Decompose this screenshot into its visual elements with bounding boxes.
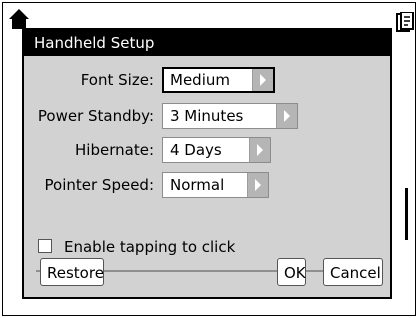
hibernate-row: Hibernate: 4 Days (24, 135, 390, 165)
font-size-value: Medium (170, 71, 230, 89)
dialog-title: Handheld Setup (24, 30, 390, 56)
restore-button[interactable]: Restore (40, 258, 104, 286)
tap-to-click-checkbox[interactable] (38, 239, 52, 253)
hibernate-label: Hibernate: (75, 141, 154, 159)
power-standby-value: 3 Minutes (170, 107, 244, 125)
cancel-button[interactable]: Cancel (323, 258, 383, 286)
pointer-speed-select[interactable]: Normal (162, 172, 269, 198)
pointer-speed-label: Pointer Speed: (44, 176, 154, 194)
power-standby-select[interactable]: 3 Minutes (162, 103, 298, 129)
tap-to-click-label: Enable tapping to click (64, 238, 236, 256)
power-standby-label: Power Standby: (37, 107, 154, 125)
font-size-select[interactable]: Medium (162, 67, 275, 93)
document-icon[interactable] (396, 12, 414, 34)
handheld-setup-dialog: Handheld Setup Font Size: Medium Power S… (22, 28, 392, 299)
chevron-right-icon[interactable] (249, 138, 270, 162)
chevron-right-icon[interactable] (247, 173, 268, 197)
chevron-right-icon[interactable] (252, 69, 273, 91)
hibernate-select[interactable]: 4 Days (162, 137, 271, 163)
hibernate-value: 4 Days (170, 141, 222, 159)
ok-button[interactable]: OK (277, 258, 306, 286)
chevron-right-icon[interactable] (276, 104, 297, 128)
home-icon[interactable] (8, 8, 30, 30)
font-size-row: Font Size: Medium (24, 65, 390, 95)
pointer-speed-row: Pointer Speed: Normal (24, 170, 390, 200)
scroll-indicator (405, 188, 408, 240)
font-size-label: Font Size: (80, 71, 154, 89)
power-standby-row: Power Standby: 3 Minutes (24, 101, 390, 131)
pointer-speed-value: Normal (170, 176, 225, 194)
